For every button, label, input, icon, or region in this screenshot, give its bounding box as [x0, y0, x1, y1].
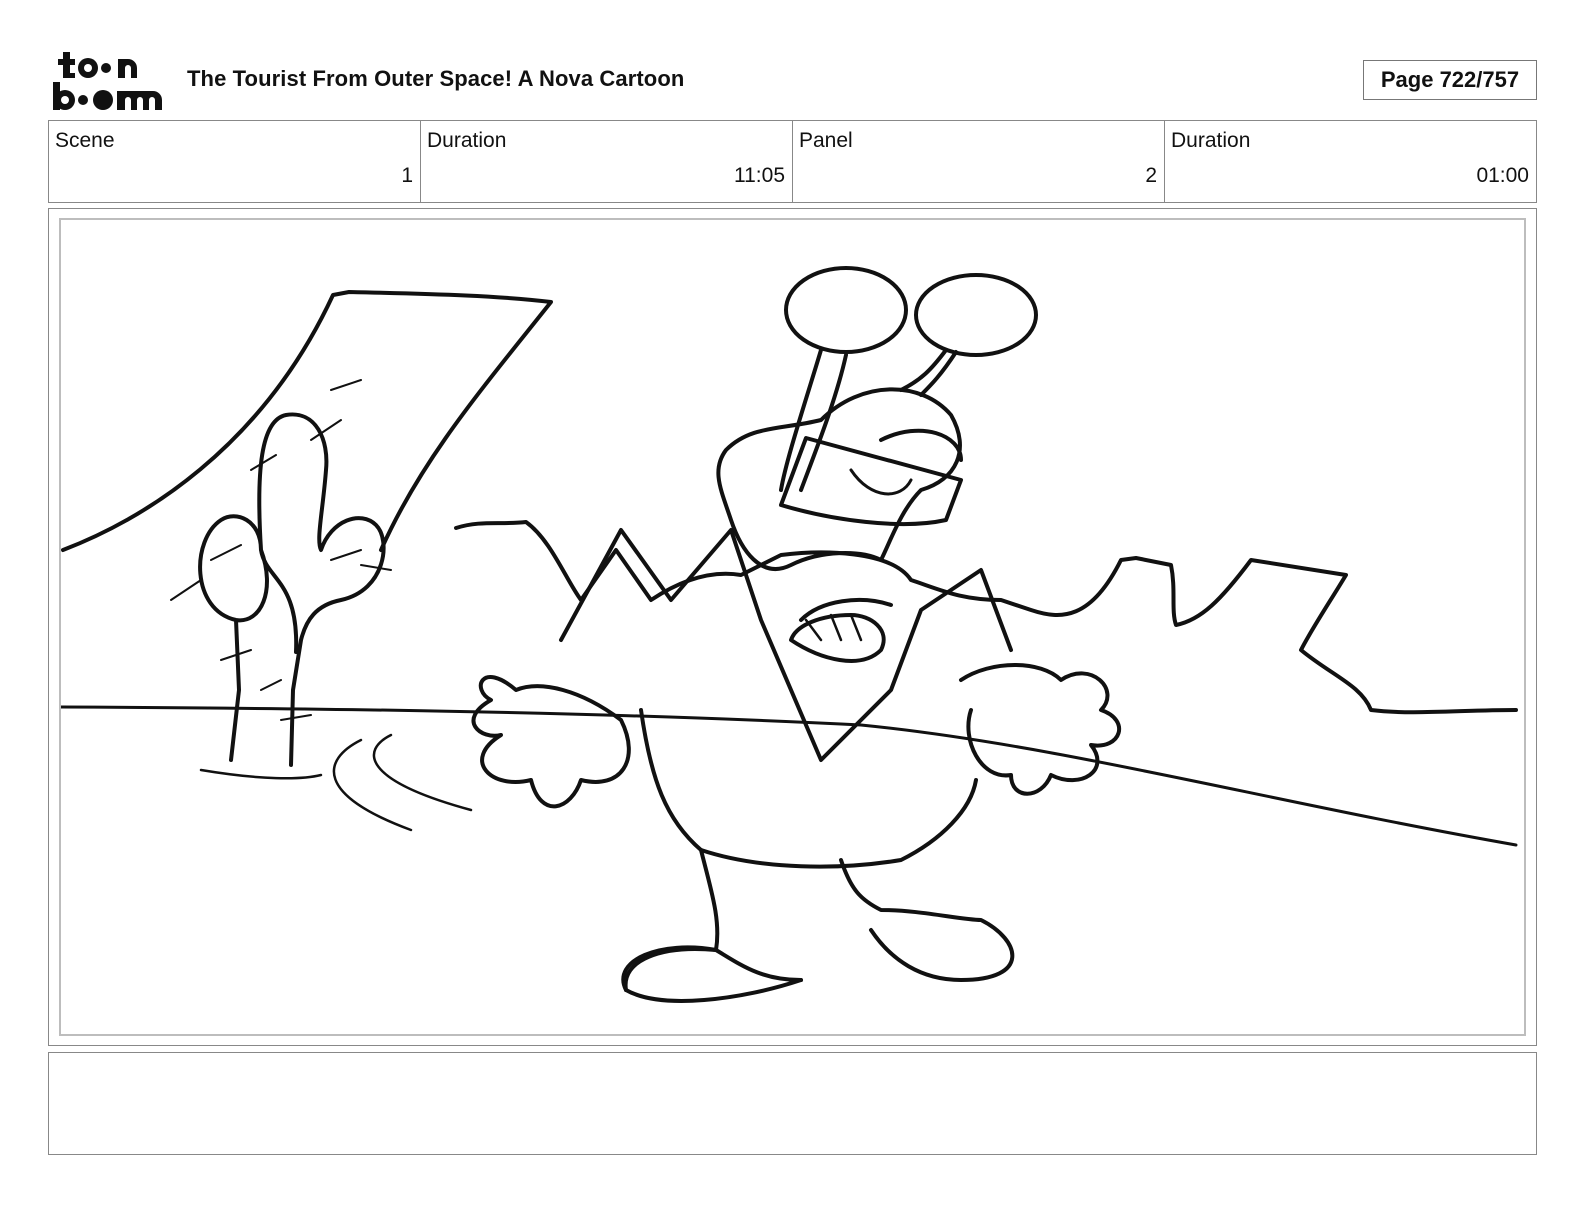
storyboard-panel-frame: [48, 208, 1537, 1046]
right-hand: [959, 663, 1122, 796]
scene-cell: Scene 1: [49, 121, 420, 202]
scene-duration-value: 11:05: [734, 164, 785, 187]
alien-visor: [779, 436, 963, 527]
scene-value: 1: [401, 164, 413, 187]
panel-notes-box: [48, 1052, 1537, 1155]
panel-info-row: Scene 1 Duration 11:05 Panel 2 Duration …: [48, 120, 1537, 203]
alien-brow: [879, 428, 963, 462]
antenna-left-ball: [784, 266, 908, 354]
storyboard-sketch-icon: [61, 266, 1518, 1003]
panel-duration-label: Duration: [1171, 129, 1251, 152]
horizon-line: [61, 705, 1518, 847]
scene-duration-label: Duration: [427, 129, 507, 152]
panel-value: 2: [1145, 164, 1157, 187]
panel-label: Panel: [799, 129, 853, 152]
mesa-right: [454, 520, 1518, 715]
cactus: [198, 412, 386, 767]
toon-boom-logo: [53, 52, 162, 110]
ground-swirls: [199, 733, 473, 832]
alien-mouth: [789, 598, 893, 663]
mesa-left: [61, 290, 553, 552]
panel-duration-value: 01:00: [1476, 164, 1529, 187]
storyboard-panel-image: [59, 218, 1526, 1036]
antenna-right-ball: [914, 273, 1038, 357]
antenna-stalks: [779, 348, 958, 492]
panel-duration-cell: Duration 01:00: [1164, 121, 1536, 202]
alien-eye: [849, 468, 913, 496]
scene-label: Scene: [55, 129, 115, 152]
alien-head: [716, 387, 962, 571]
page-indicator: Page 722/757: [1363, 60, 1537, 100]
scene-duration-cell: Duration 11:05: [420, 121, 792, 202]
left-hand: [471, 675, 631, 809]
left-foot: [623, 947, 803, 992]
document-title: The Tourist From Outer Space! A Nova Car…: [187, 66, 685, 91]
alien-legs: [621, 848, 1015, 1003]
panel-cell: Panel 2: [792, 121, 1164, 202]
